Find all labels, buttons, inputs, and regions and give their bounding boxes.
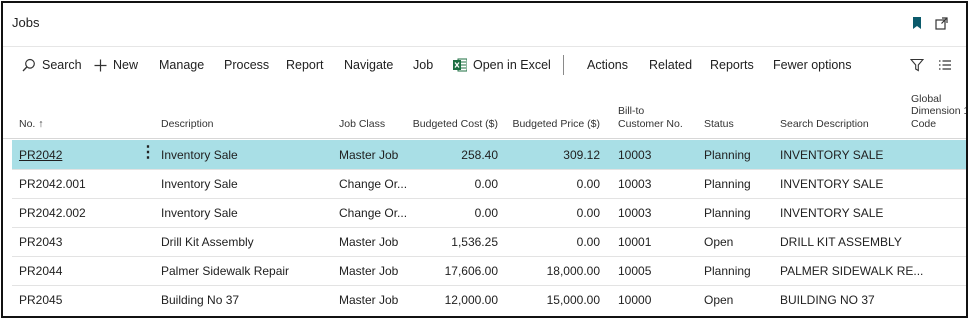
search-description: DRILL KIT ASSEMBLY (780, 235, 902, 249)
col-bill-to-line2: Customer No. (618, 118, 683, 131)
search-description: PALMER SIDEWALK RE... (780, 264, 924, 278)
budgeted-cost: 0.00 (474, 206, 498, 220)
job-class: Change Or... (339, 177, 408, 191)
row-menu-icon[interactable]: ⋮ (140, 145, 156, 161)
budgeted-price: 18,000.00 (546, 264, 600, 278)
description: Inventory Sale (161, 148, 238, 162)
search-label: Search (42, 58, 82, 72)
manage-menu[interactable]: Manage (159, 58, 204, 72)
customer-no: 10003 (618, 177, 652, 191)
table-row[interactable]: PR2045 Building No 37 Master Job 12,000.… (12, 285, 966, 314)
col-gd-line2: Dimension 1 (911, 105, 966, 118)
table-row[interactable]: PR2042.001 Inventory Sale Change Or... 0… (12, 169, 966, 198)
description: Inventory Sale (161, 206, 238, 220)
status: Planning (704, 264, 751, 278)
new-button[interactable]: New (94, 58, 138, 72)
status: Planning (704, 177, 751, 191)
col-status[interactable]: Status (704, 118, 734, 131)
customer-no: 10003 (618, 206, 652, 220)
job-class: Master Job (339, 293, 399, 307)
customer-no: 10005 (618, 264, 652, 278)
status: Open (704, 235, 734, 249)
open-in-excel-label: Open in Excel (473, 58, 551, 72)
page-title: Jobs (12, 15, 40, 30)
customer-no: 10001 (618, 235, 652, 249)
job-class: Master Job (339, 148, 399, 162)
search-icon (22, 58, 35, 72)
status: Planning (704, 148, 751, 162)
budgeted-price: 0.00 (576, 235, 600, 249)
job-no[interactable]: PR2042.002 (19, 206, 86, 220)
open-in-excel-button[interactable]: Open in Excel (453, 58, 551, 72)
title-bar: Jobs (3, 3, 966, 45)
col-bill-to-line1: Bill-to (618, 105, 645, 118)
table-row[interactable]: PR2043 Drill Kit Assembly Master Job 1,5… (12, 227, 966, 256)
budgeted-price: 0.00 (576, 177, 600, 191)
description: Building No 37 (161, 293, 240, 307)
job-class: Master Job (339, 264, 399, 278)
bookmark-icon[interactable] (909, 15, 925, 31)
description: Palmer Sidewalk Repair (161, 264, 290, 278)
popout-icon[interactable] (934, 15, 950, 31)
search-button[interactable]: Search (22, 58, 82, 72)
table-row[interactable]: PR2044 Palmer Sidewalk Repair Master Job… (12, 256, 966, 285)
budgeted-cost: 17,606.00 (444, 264, 498, 278)
new-label: New (113, 58, 139, 72)
actions-menu[interactable]: Actions (587, 58, 628, 72)
col-search-description[interactable]: Search Description (780, 118, 869, 131)
list-icon[interactable] (938, 58, 958, 72)
job-no[interactable]: PR2043 (19, 235, 62, 249)
budgeted-cost: 12,000.00 (444, 293, 498, 307)
col-gd-line3: Code (911, 118, 937, 131)
job-class: Master Job (339, 235, 399, 249)
title-separator (3, 46, 966, 47)
search-description: INVENTORY SALE (780, 206, 884, 220)
plus-icon (94, 59, 107, 71)
budgeted-price: 15,000.00 (546, 293, 600, 307)
description: Inventory Sale (161, 177, 238, 191)
col-global-dimension-1[interactable]: Global Dimension 1 Code (911, 93, 966, 131)
job-no[interactable]: PR2042 (19, 148, 62, 162)
budgeted-cost: 0.00 (474, 177, 498, 191)
action-bar: Search New Manage Process Report Navigat… (3, 51, 966, 79)
budgeted-price: 0.00 (576, 206, 600, 220)
search-description: INVENTORY SALE (780, 177, 884, 191)
related-menu[interactable]: Related (649, 58, 692, 72)
customer-no: 10000 (618, 293, 652, 307)
budgeted-price: 309.12 (563, 148, 600, 162)
job-class: Change Or... (339, 206, 408, 220)
jobs-window: Jobs Search New Manage Process Report Na… (1, 1, 968, 318)
excel-icon (453, 58, 467, 72)
col-budgeted-cost[interactable]: Budgeted Cost ($) (403, 118, 498, 131)
navigate-menu[interactable]: Navigate (344, 58, 393, 72)
col-budgeted-price[interactable]: Budgeted Price ($) (503, 118, 600, 131)
budgeted-cost: 1,536.25 (451, 235, 498, 249)
job-no[interactable]: PR2045 (19, 293, 62, 307)
description: Drill Kit Assembly (161, 235, 254, 249)
col-description[interactable]: Description (161, 118, 214, 131)
grid-header: No. ↑ Description Job Class Budgeted Cos… (3, 83, 966, 139)
table-row[interactable]: PR2042 ⋮ Inventory Sale Master Job 258.4… (12, 140, 966, 169)
job-menu[interactable]: Job (413, 58, 433, 72)
status: Open (704, 293, 734, 307)
col-no[interactable]: No. ↑ (19, 118, 44, 131)
reports-menu[interactable]: Reports (710, 58, 754, 72)
toolbar-divider (563, 55, 564, 75)
status: Planning (704, 206, 751, 220)
search-description: INVENTORY SALE (780, 148, 884, 162)
col-bill-to-customer[interactable]: Bill-to Customer No. (618, 105, 683, 131)
job-no[interactable]: PR2044 (19, 264, 62, 278)
process-menu[interactable]: Process (224, 58, 269, 72)
table-row[interactable]: PR2042.002 Inventory Sale Change Or... 0… (12, 198, 966, 227)
col-gd-line1: Global (911, 92, 942, 105)
fewer-options-button[interactable]: Fewer options (773, 58, 852, 72)
col-job-class[interactable]: Job Class (339, 118, 385, 131)
budgeted-cost: 258.40 (461, 148, 498, 162)
job-no[interactable]: PR2042.001 (19, 177, 86, 191)
customer-no: 10003 (618, 148, 652, 162)
search-description: BUILDING NO 37 (780, 293, 875, 307)
report-menu[interactable]: Report (286, 58, 324, 72)
filter-icon[interactable] (910, 58, 930, 72)
